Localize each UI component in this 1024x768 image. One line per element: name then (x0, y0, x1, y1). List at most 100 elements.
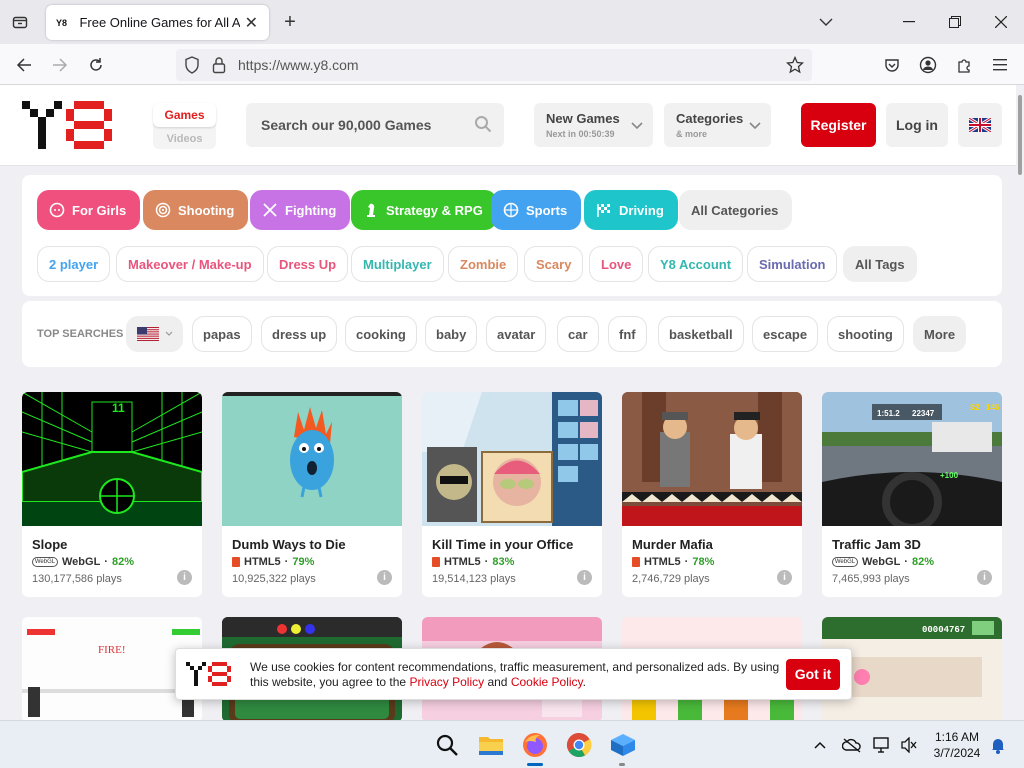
system-clock[interactable]: 1:16 AM 3/7/2024 (928, 729, 986, 761)
category-for-girls[interactable]: For Girls (37, 190, 141, 230)
videos-toggle-button[interactable]: Videos (153, 129, 216, 149)
top-search-item[interactable]: escape (752, 316, 819, 352)
all-tags-button[interactable]: All Tags (843, 246, 917, 282)
onedrive-offline-icon[interactable] (838, 731, 866, 759)
cookie-accept-button[interactable]: Got it (786, 659, 840, 690)
account-icon[interactable] (916, 53, 940, 77)
traffic-score: 22347 (912, 409, 935, 418)
webgl-icon: WebGL (832, 557, 858, 567)
info-icon[interactable]: i (377, 570, 392, 585)
game-card-traffic-jam[interactable]: 1:51.2 22347 S2 146 +100 Traffic Jam 3D … (822, 392, 1002, 597)
ball-icon (503, 202, 519, 218)
restore-icon[interactable] (945, 12, 965, 32)
info-icon[interactable]: i (777, 570, 792, 585)
tag-simulation[interactable]: Simulation (747, 246, 838, 282)
category-sports[interactable]: Sports (491, 190, 582, 230)
language-selector[interactable] (958, 103, 1002, 147)
tag-zombie[interactable]: Zombie (448, 246, 519, 282)
register-button[interactable]: Register (801, 103, 876, 147)
minimize-icon[interactable] (899, 12, 919, 32)
scrollbar-thumb[interactable] (1018, 95, 1022, 175)
game-title[interactable]: Slope (32, 537, 67, 552)
close-tab-icon[interactable]: ✕ (244, 13, 259, 33)
game-thumbnail[interactable]: 1:51.2 22347 S2 146 +100 (822, 392, 1002, 526)
region-selector[interactable] (126, 316, 183, 352)
chrome-icon[interactable] (565, 731, 593, 759)
back-icon[interactable] (12, 53, 36, 77)
network-icon[interactable] (868, 731, 896, 759)
category-label: Strategy & RPG (386, 202, 483, 218)
close-window-icon[interactable] (991, 12, 1011, 32)
top-search-item[interactable]: basketball (658, 316, 744, 352)
game-title[interactable]: Murder Mafia (632, 537, 713, 552)
forward-icon[interactable] (48, 53, 72, 77)
top-search-item[interactable]: cooking (345, 316, 417, 352)
category-driving[interactable]: Driving (584, 190, 678, 230)
game-thumbnail[interactable] (222, 392, 402, 526)
cookie-policy-link[interactable]: Cookie Policy (511, 675, 583, 689)
login-button[interactable]: Log in (886, 103, 948, 147)
top-search-item[interactable]: papas (192, 316, 252, 352)
tag-y8-account[interactable]: Y8 Account (648, 246, 744, 282)
extensions-icon[interactable] (952, 53, 976, 77)
all-categories-button[interactable]: All Categories (679, 190, 793, 230)
game-card-slope[interactable]: 11 Slope WebGL WebGL · 82% 130,177,586 play… (22, 392, 202, 597)
top-search-item[interactable]: avatar (486, 316, 547, 352)
info-icon[interactable]: i (977, 570, 992, 585)
game-card-murder-mafia[interactable]: Murder Mafia HTML5 · 78% 2,746,729 plays i (622, 392, 802, 597)
lock-icon[interactable] (212, 56, 226, 79)
app-box-icon[interactable] (609, 731, 637, 759)
tag-scary[interactable]: Scary (524, 246, 584, 282)
game-title[interactable]: Kill Time in your Office (432, 537, 573, 552)
tag-makeover[interactable]: Makeover / Make-up (116, 246, 264, 282)
file-explorer-icon[interactable] (477, 731, 505, 759)
game-thumbnail[interactable] (622, 392, 802, 526)
menu-hamburger-icon[interactable] (988, 53, 1012, 77)
info-icon[interactable]: i (177, 570, 192, 585)
info-icon[interactable]: i (577, 570, 592, 585)
address-bar[interactable]: https://www.y8.com (176, 49, 812, 81)
tab-overflow-chevron-icon[interactable] (816, 12, 836, 32)
game-plays: 130,177,586 plays (32, 573, 122, 585)
show-hidden-icons-chevron-up-icon[interactable] (806, 731, 834, 759)
game-thumbnail[interactable]: 11 (22, 392, 202, 526)
games-toggle-button[interactable]: Games (153, 103, 216, 127)
top-searches-more-button[interactable]: More (913, 316, 967, 352)
tab-title: Free Online Games for All Ages (79, 15, 240, 30)
list-all-tabs-icon[interactable] (8, 10, 32, 34)
game-card-kill-time[interactable]: Kill Time in your Office HTML5 · 83% 19,51… (422, 392, 602, 597)
top-search-item[interactable]: fnf (608, 316, 647, 352)
tracking-protection-shield-icon[interactable] (184, 56, 200, 79)
pocket-icon[interactable] (880, 53, 904, 77)
notification-bell-icon[interactable] (984, 731, 1012, 759)
tag-2-player[interactable]: 2 player (37, 246, 111, 282)
top-search-item[interactable]: dress up (261, 316, 338, 352)
game-thumbnail[interactable] (422, 392, 602, 526)
top-search-item[interactable]: car (557, 316, 599, 352)
privacy-policy-link[interactable]: Privacy Policy (409, 675, 484, 689)
tag-multiplayer[interactable]: Multiplayer (351, 246, 444, 282)
search-icon[interactable] (474, 115, 492, 138)
new-games-dropdown[interactable]: New Games Next in 00:50:39 (534, 103, 653, 147)
category-strategy-rpg[interactable]: Strategy & RPG (351, 190, 497, 230)
y8-logo[interactable] (22, 101, 122, 149)
search-input[interactable]: Search our 90,000 Games (246, 103, 504, 147)
volume-muted-icon[interactable] (895, 731, 923, 759)
game-title[interactable]: Dumb Ways to Die (232, 537, 346, 552)
game-card-dumb-ways[interactable]: Dumb Ways to Die HTML5 · 79% 10,925,322 pl… (222, 392, 402, 597)
browser-tab[interactable]: Y8 Free Online Games for All Ages ✕ (46, 5, 269, 40)
top-search-item[interactable]: shooting (827, 316, 904, 352)
bookmark-star-icon[interactable] (785, 55, 805, 79)
page-scrollbar[interactable] (1016, 85, 1024, 720)
category-fighting[interactable]: Fighting (250, 190, 351, 230)
search-icon[interactable] (433, 731, 461, 759)
firefox-icon[interactable] (521, 731, 549, 759)
game-title[interactable]: Traffic Jam 3D (832, 537, 921, 552)
tag-dress-up[interactable]: Dress Up (267, 246, 349, 282)
category-shooting[interactable]: Shooting (143, 190, 249, 230)
new-tab-icon[interactable]: + (280, 10, 300, 34)
top-search-item[interactable]: baby (425, 316, 478, 352)
tag-love[interactable]: Love (589, 246, 644, 282)
reload-icon[interactable] (84, 53, 108, 77)
categories-dropdown[interactable]: Categories & more (664, 103, 771, 147)
